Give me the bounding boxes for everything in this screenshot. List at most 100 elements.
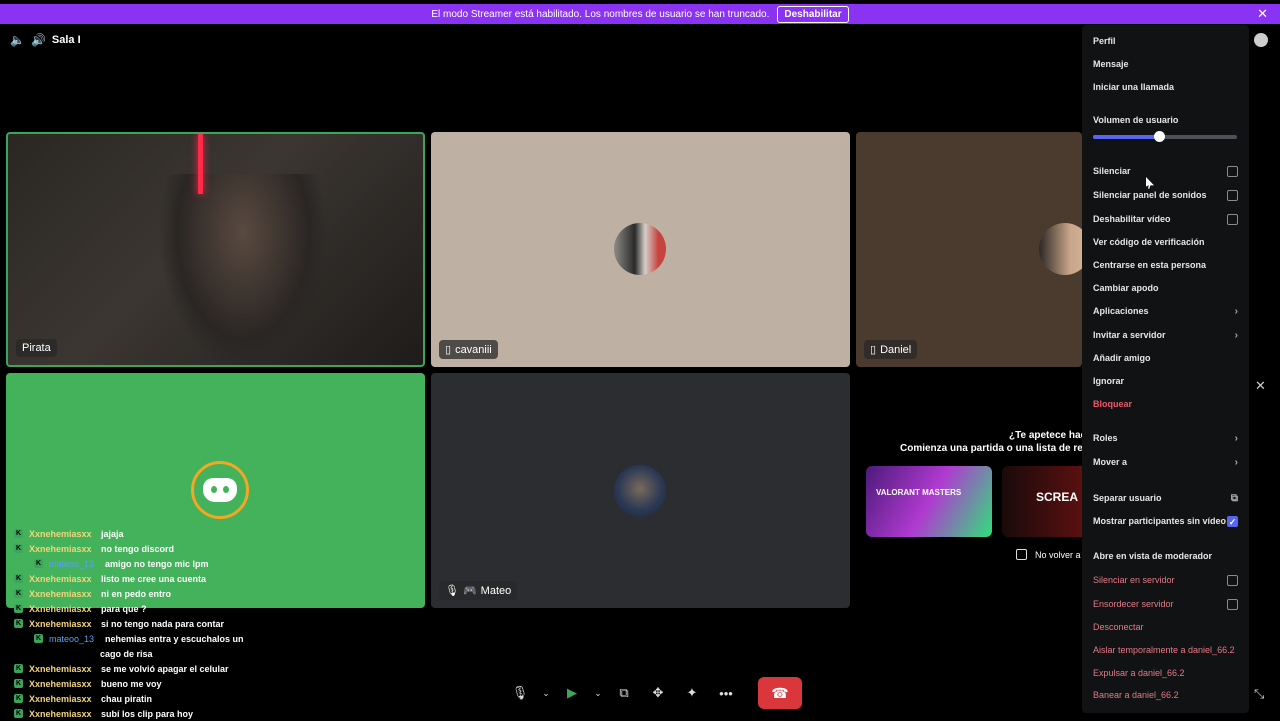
activity-card-valorant[interactable]: VALORANT MASTERS	[866, 466, 992, 537]
chat-message: K Xxnehemiasxx para que ?	[14, 601, 314, 616]
menu-ban[interactable]: Banear a daniel_66.2	[1093, 688, 1238, 702]
disable-streamer-button[interactable]: Deshabilitar	[777, 5, 849, 23]
chat-text: cago de risa	[100, 648, 153, 659]
menu-apps[interactable]: Aplicaciones ›	[1093, 304, 1238, 318]
chat-icon[interactable]	[1254, 33, 1268, 47]
checkbox[interactable]	[1227, 213, 1238, 225]
menu-move[interactable]: Mover a ›	[1093, 455, 1238, 469]
speaker-icon[interactable]: 🔈	[10, 33, 25, 47]
chat-username: Xxnehemiasxx	[29, 573, 92, 584]
volume-label: Volumen de usuario	[1093, 115, 1179, 125]
chat-username: Xxnehemiasxx	[29, 603, 92, 614]
chat-text: para que ?	[101, 603, 147, 614]
chat-overlay: K Xxnehemiasxx jajaja K Xxnehemiasxx no tengo…	[14, 526, 314, 721]
chevron-right-icon: ›	[1234, 432, 1238, 444]
menu-ignore[interactable]: Ignorar	[1093, 374, 1238, 388]
streamer-mode-banner: El modo Streamer está habilitado. Los no…	[0, 4, 1280, 24]
call-controls: 🎙 ⌄ ▶ ⌄ ⧉ ✥ ✦ ••• ☎	[506, 677, 802, 709]
chevron-down-icon[interactable]: ⌄	[592, 679, 604, 707]
menu-kick[interactable]: Expulsar a daniel_66.2	[1093, 666, 1238, 680]
menu-invite[interactable]: Invitar a servidor ›	[1093, 328, 1238, 342]
user-badge-icon: K	[14, 574, 23, 583]
menu-focus[interactable]: Centrarse en esta persona	[1093, 258, 1238, 272]
checkbox[interactable]	[1227, 598, 1238, 610]
close-activity-icon[interactable]: ✕	[1255, 378, 1266, 394]
video-tile-cavaniii[interactable]: ▯ cavaniii	[431, 132, 850, 367]
chat-username: Xxnehemiasxx	[29, 528, 92, 539]
person-silhouette	[158, 174, 328, 365]
participant-label: Pirata	[16, 339, 57, 357]
menu-roles[interactable]: Roles ›	[1093, 431, 1238, 445]
menu-verify-code[interactable]: Ver código de verificación	[1093, 235, 1238, 249]
chat-text: ni en pedo entro	[101, 588, 172, 599]
camera-button[interactable]: ▶	[558, 679, 586, 707]
chat-text: listo me cree una cuenta	[101, 573, 207, 584]
menu-server-deafen[interactable]: Ensordecer servidor	[1093, 597, 1238, 611]
chevron-right-icon: ›	[1234, 305, 1238, 317]
user-badge-icon: K	[14, 664, 23, 673]
menu-add-friend[interactable]: Añadir amigo	[1093, 351, 1238, 365]
soundboard-icon[interactable]: ✦	[678, 679, 706, 707]
menu-mod-view[interactable]: Abre en vista de moderador	[1093, 549, 1238, 563]
dont-show-again[interactable]: No volver a	[1016, 549, 1081, 560]
video-tile-mateo[interactable]: 🎙 🎮 Mateo	[431, 373, 850, 608]
dont-show-checkbox[interactable]	[1016, 549, 1027, 560]
menu-nickname[interactable]: Cambiar apodo	[1093, 281, 1238, 295]
video-tile-pirata[interactable]: Pirata	[6, 132, 425, 367]
muted-mic-icon: 🎙	[445, 585, 459, 597]
activity-title: ¿Te apetece hac	[1009, 430, 1087, 441]
checkbox[interactable]	[1227, 189, 1238, 201]
menu-server-mute[interactable]: Silenciar en servidor	[1093, 573, 1238, 587]
chat-username: mateoo_13	[49, 558, 95, 569]
mobile-icon: ▯	[445, 344, 452, 356]
video-tile-daniel[interactable]: ▯ Daniel	[856, 132, 1082, 367]
participant-label: ▯ cavaniii	[439, 340, 498, 359]
user-badge-icon: K	[14, 619, 23, 628]
volume-slider[interactable]	[1093, 131, 1237, 142]
chat-username: Xxnehemiasxx	[29, 588, 92, 599]
popout-icon: ⧉	[1230, 492, 1238, 504]
checkbox[interactable]	[1227, 574, 1238, 586]
activity-card-scream[interactable]: SCREA	[1002, 466, 1082, 537]
chat-message: Kmateoo_13 amigo no tengo mic lpm	[14, 556, 314, 571]
menu-disable-video[interactable]: Deshabilitar vídeo	[1093, 212, 1238, 226]
checkbox-checked[interactable]: ✓	[1227, 515, 1238, 527]
menu-popout[interactable]: Separar usuario ⧉	[1093, 491, 1238, 505]
microphone-button[interactable]: 🎙	[506, 679, 534, 707]
chat-text: bueno me voy	[101, 678, 162, 689]
chat-message: K Xxnehemiasxx bueno me voy	[14, 676, 314, 691]
activities-icon[interactable]: ✥	[644, 679, 672, 707]
chat-text: subí los clip para hoy	[101, 708, 194, 719]
menu-mute-soundboard[interactable]: Silenciar panel de sonidos	[1093, 188, 1238, 202]
chat-message: K Xxnehemiasxx subí los clip para hoy	[14, 706, 314, 721]
menu-block[interactable]: Bloquear	[1093, 397, 1238, 411]
menu-call[interactable]: Iniciar una llamada	[1093, 80, 1238, 94]
close-icon[interactable]: ✕	[1257, 6, 1268, 22]
channel-name: Sala I	[51, 34, 81, 46]
hang-up-button[interactable]: ☎	[758, 677, 802, 709]
chat-username: mateoo_13	[49, 633, 95, 644]
chat-message: K Xxnehemiasxx listo me cree una cuenta	[14, 571, 314, 586]
activity-panel: ¿Te apetece hac Comienza una partida o u…	[856, 373, 1089, 608]
menu-message[interactable]: Mensaje	[1093, 57, 1238, 71]
user-badge-icon: K	[14, 544, 23, 553]
chat-text: amigo no tengo mic lpm	[105, 558, 209, 569]
chat-message: Kmateoo_13 nehemias entra y escuchalos un	[14, 631, 314, 646]
user-badge-icon: K	[14, 709, 23, 718]
checkbox[interactable]	[1227, 165, 1238, 177]
chat-text: chau piratin	[101, 693, 153, 704]
menu-mute[interactable]: Silenciar	[1093, 164, 1238, 178]
menu-timeout[interactable]: Aislar temporalmente a daniel_66.2	[1093, 643, 1238, 657]
volume-handle[interactable]	[1154, 131, 1166, 142]
more-options-icon[interactable]: •••	[712, 679, 740, 707]
mobile-icon: ▯	[870, 344, 877, 356]
menu-profile[interactable]: Perfil	[1093, 34, 1238, 48]
chevron-right-icon: ›	[1234, 456, 1238, 468]
screen-share-icon[interactable]: ⧉	[610, 679, 638, 707]
minimize-icon[interactable]: ⤡	[1254, 686, 1264, 702]
participant-label: 🎙 🎮 Mateo	[439, 581, 518, 600]
chat-message: K Xxnehemiasxx chau piratin	[14, 691, 314, 706]
chevron-down-icon[interactable]: ⌄	[540, 679, 552, 707]
menu-show-no-video[interactable]: Mostrar participantes sin vídeo ✓	[1093, 514, 1238, 528]
menu-disconnect[interactable]: Desconectar	[1093, 620, 1238, 634]
